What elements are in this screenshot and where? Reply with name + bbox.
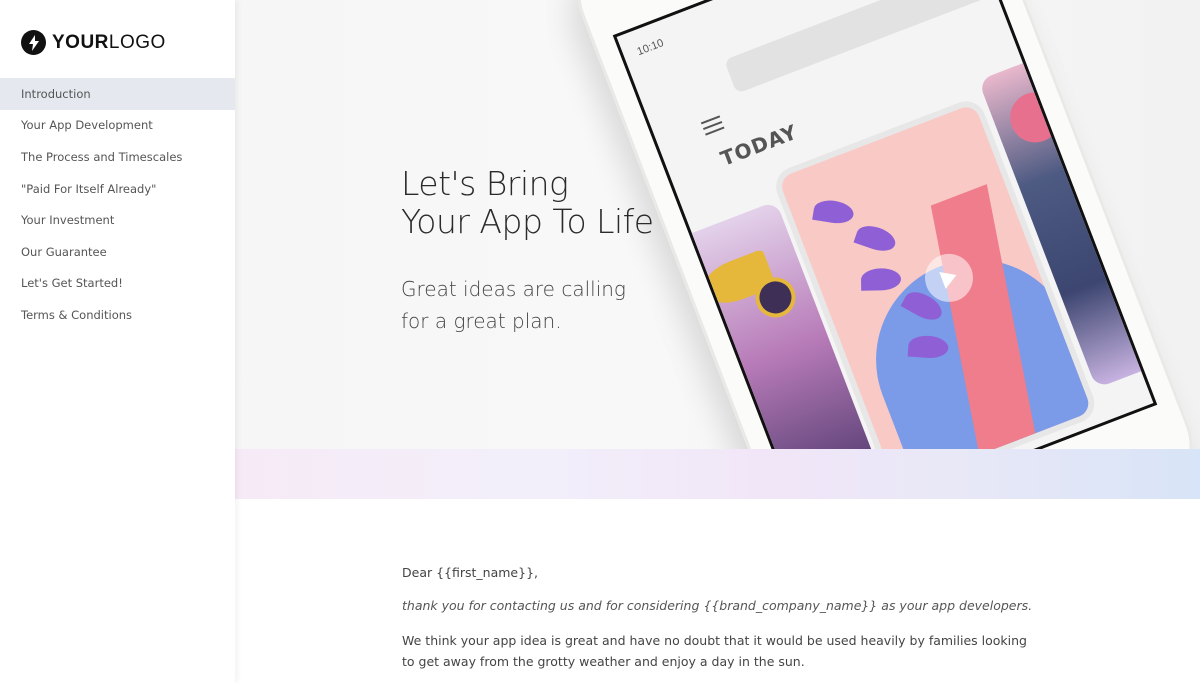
nav-item-app-development[interactable]: Your App Development bbox=[0, 110, 235, 142]
hero-section: 10:10 ▂▄▆ ◠ TODAY bbox=[235, 0, 1200, 449]
nav-item-process-timescales[interactable]: The Process and Timescales bbox=[0, 141, 235, 173]
hero-subtitle: Great ideas are calling for a great plan… bbox=[401, 273, 626, 337]
intro-letter: Dear {{first_name}}, thank you for conta… bbox=[402, 562, 1042, 683]
hero-subtitle-line-2: for a great plan. bbox=[401, 309, 562, 333]
nav-item-investment[interactable]: Your Investment bbox=[0, 204, 235, 236]
leaf bbox=[812, 197, 856, 226]
nav-item-get-started[interactable]: Let's Get Started! bbox=[0, 268, 235, 300]
nav-item-guarantee[interactable]: Our Guarantee bbox=[0, 236, 235, 268]
hero-subtitle-line-1: Great ideas are calling bbox=[401, 277, 626, 301]
phone-illustration: 10:10 ▂▄▆ ◠ TODAY bbox=[235, 0, 1200, 449]
phone-screen: 10:10 ▂▄▆ ◠ TODAY bbox=[612, 0, 1158, 449]
document-main: 10:10 ▂▄▆ ◠ TODAY bbox=[235, 0, 1200, 683]
letter-salutation: Dear {{first_name}}, bbox=[402, 565, 538, 580]
planet-shape bbox=[1079, 134, 1132, 186]
phone-status-time: 10:10 bbox=[635, 37, 666, 59]
letter-body: We think your app idea is great and have… bbox=[402, 633, 1027, 669]
phone-mockup: 10:10 ▂▄▆ ◠ TODAY bbox=[559, 0, 1200, 449]
lightning-bolt-icon bbox=[21, 30, 46, 55]
leaf bbox=[860, 268, 902, 291]
nav-item-label: Introduction bbox=[21, 86, 91, 101]
logo-text: YOURLOGO bbox=[52, 32, 166, 53]
nav-item-paid-for-itself[interactable]: "Paid For Itself Already" bbox=[0, 173, 235, 205]
letter-thanks: thank you for contacting us and for cons… bbox=[402, 598, 1033, 613]
sidebar: YOURLOGO Introduction Your App Developme… bbox=[0, 0, 235, 683]
leaf bbox=[853, 221, 899, 256]
nav-item-label: Your App Development bbox=[21, 118, 153, 133]
nav-item-terms[interactable]: Terms & Conditions bbox=[0, 299, 235, 331]
nav-item-label: "Paid For Itself Already" bbox=[21, 181, 157, 196]
gradient-divider-band bbox=[235, 449, 1200, 499]
hero-title-line-1: Let's Bring bbox=[401, 164, 569, 203]
nav-item-label: Let's Get Started! bbox=[21, 276, 123, 291]
play-icon bbox=[939, 272, 957, 289]
hamburger-menu-icon bbox=[700, 115, 725, 136]
nav-item-label: Our Guarantee bbox=[21, 244, 107, 259]
nav-item-label: Your Investment bbox=[21, 213, 115, 228]
phone-search-bar bbox=[723, 0, 988, 94]
nav-item-label: Terms & Conditions bbox=[21, 307, 133, 322]
planet-shape bbox=[1002, 85, 1068, 150]
phone-today-heading: TODAY bbox=[717, 119, 801, 171]
hero-title: Let's Bring Your App To Life bbox=[401, 165, 654, 241]
section-nav: Introduction Your App Development The Pr… bbox=[0, 78, 235, 331]
hero-title-line-2: Your App To Life bbox=[401, 202, 654, 241]
nav-item-introduction[interactable]: Introduction bbox=[0, 78, 235, 110]
nav-item-label: The Process and Timescales bbox=[21, 149, 183, 164]
logo[interactable]: YOURLOGO bbox=[21, 30, 166, 55]
